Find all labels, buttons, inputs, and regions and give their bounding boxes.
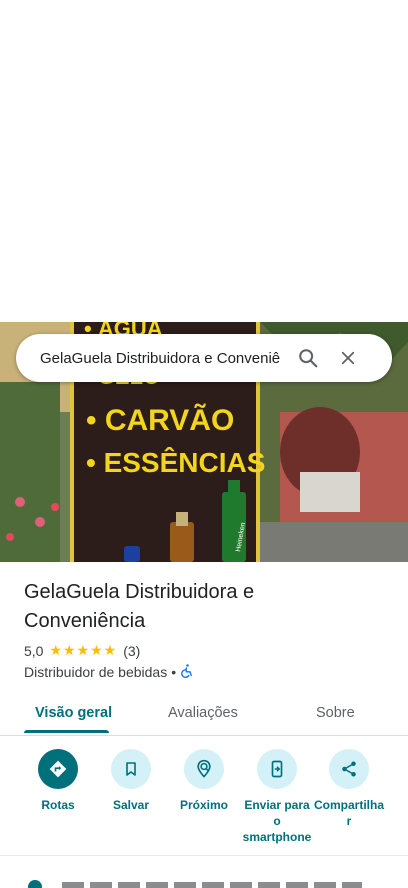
rating-row[interactable]: 5,0 ★★★★★ (3) bbox=[24, 642, 140, 659]
search-bar[interactable]: GelaGuela Distribuidora e Conveniê bbox=[16, 334, 392, 382]
separator-dot: • bbox=[171, 664, 177, 680]
truncated-text bbox=[62, 882, 362, 888]
directions-button[interactable]: Rotas bbox=[20, 749, 96, 813]
action-buttons: Rotas Salvar Próximo Enviar para o smart… bbox=[0, 749, 408, 849]
place-title: GelaGuela Distribuidora e Conveniência bbox=[24, 581, 255, 632]
close-icon[interactable] bbox=[328, 338, 368, 378]
tab-overview[interactable]: Visão geral bbox=[35, 693, 112, 733]
info-icon bbox=[28, 880, 42, 888]
directions-icon bbox=[38, 749, 78, 789]
nearby-button[interactable]: Próximo bbox=[166, 749, 242, 813]
review-count[interactable]: (3) bbox=[123, 643, 140, 659]
save-button[interactable]: Salvar bbox=[93, 749, 169, 813]
sign-line-1: • CARVÃO bbox=[86, 403, 234, 437]
section-divider bbox=[0, 855, 408, 856]
nearby-icon bbox=[184, 749, 224, 789]
category-label[interactable]: Distribuidor de bebidas bbox=[24, 664, 167, 680]
map-area[interactable] bbox=[0, 0, 408, 322]
share-icon bbox=[329, 749, 369, 789]
share-label: Compartilhar bbox=[313, 798, 384, 828]
tab-reviews[interactable]: Avaliações bbox=[168, 693, 238, 733]
send-to-phone-button[interactable]: Enviar para o smartphone bbox=[239, 749, 315, 845]
directions-label: Rotas bbox=[41, 798, 75, 812]
nearby-label: Próximo bbox=[179, 798, 228, 812]
tab-about[interactable]: Sobre bbox=[316, 693, 355, 733]
wheelchair-accessible-icon bbox=[180, 663, 195, 681]
search-icon[interactable] bbox=[288, 338, 328, 378]
save-label: Salvar bbox=[112, 798, 150, 812]
next-section-peek bbox=[24, 878, 404, 888]
search-input[interactable]: GelaGuela Distribuidora e Conveniê bbox=[40, 350, 288, 367]
share-button[interactable]: Compartilhar bbox=[312, 749, 386, 829]
send-to-phone-icon bbox=[257, 749, 297, 789]
category-row: Distribuidor de bebidas • bbox=[24, 663, 195, 681]
active-tab-indicator bbox=[24, 730, 109, 733]
star-rating-icon: ★★★★★ bbox=[49, 642, 118, 658]
rating-value: 5,0 bbox=[24, 642, 44, 659]
send-to-phone-label: Enviar para o smartphone bbox=[242, 798, 312, 844]
bookmark-icon bbox=[111, 749, 151, 789]
sign-line-2: • ESSÊNCIAS bbox=[86, 447, 265, 478]
place-tabs: Visão geral Avaliações Sobre bbox=[0, 693, 408, 736]
